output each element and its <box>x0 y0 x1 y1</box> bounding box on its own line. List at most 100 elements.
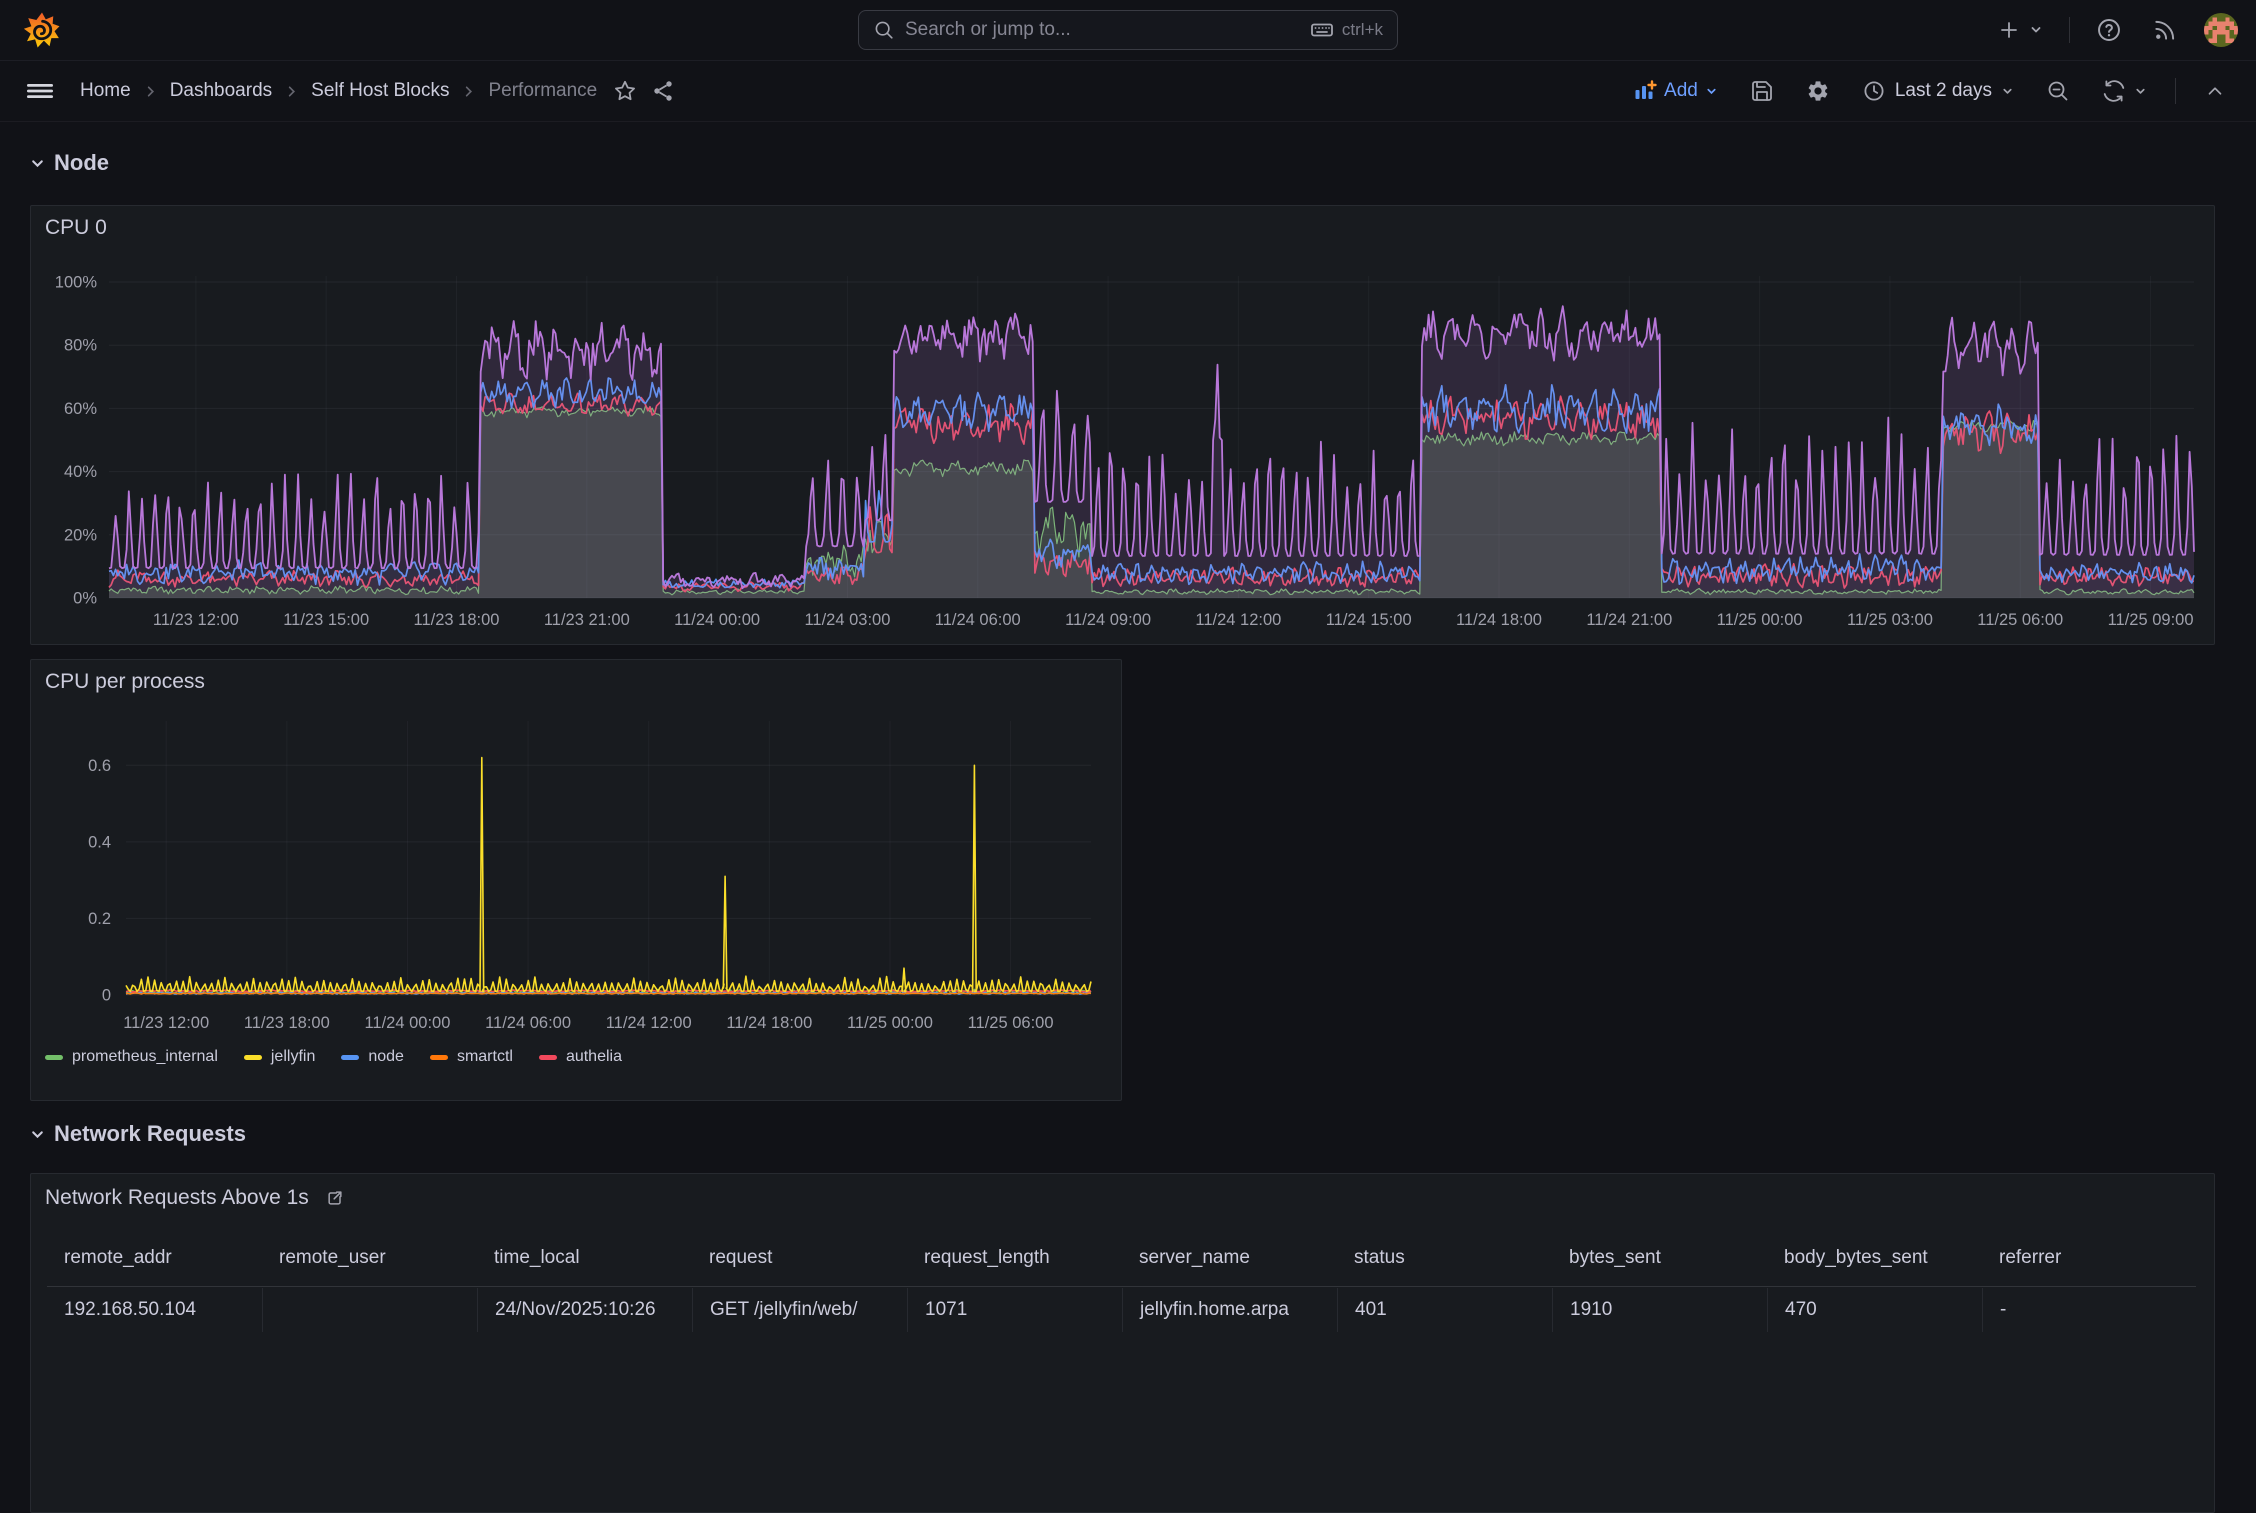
svg-text:11/25 00:00: 11/25 00:00 <box>847 1014 933 1032</box>
legend-label: smartctl <box>456 1048 513 1065</box>
svg-text:11/24 12:00: 11/24 12:00 <box>606 1014 692 1032</box>
grafana-logo[interactable] <box>22 10 62 50</box>
legend-item-node[interactable]: node <box>341 1048 404 1066</box>
column-header-bytes_sent[interactable]: bytes_sent <box>1552 1247 1767 1269</box>
chevron-right-icon <box>144 85 157 98</box>
section-title: Network Requests <box>54 1121 246 1146</box>
legend-item-authelia[interactable]: authelia <box>538 1048 622 1066</box>
svg-text:0.2: 0.2 <box>88 910 111 928</box>
svg-text:40%: 40% <box>64 463 97 481</box>
save-icon <box>1750 79 1774 103</box>
add-button-label: Add <box>1664 80 1698 101</box>
legend-item-jellyfin[interactable]: jellyfin <box>243 1048 315 1066</box>
favorite-button[interactable] <box>609 75 641 107</box>
news-button[interactable] <box>2148 13 2182 47</box>
breadcrumb-home[interactable]: Home <box>80 80 131 102</box>
zoom-out-time-button[interactable] <box>2042 75 2074 107</box>
column-header-request[interactable]: request <box>692 1247 907 1269</box>
legend-label: node <box>368 1048 404 1065</box>
chevron-down-icon <box>2134 85 2147 98</box>
legend-color-pill <box>45 1054 63 1060</box>
table-cell-remote_addr: 192.168.50.104 <box>64 1299 197 1320</box>
column-header-request_length[interactable]: request_length <box>907 1247 1122 1269</box>
plus-icon <box>1997 18 2021 42</box>
svg-text:80%: 80% <box>64 337 97 355</box>
help-button[interactable] <box>2092 13 2126 47</box>
search-shortcut: ctrl+k <box>1341 20 1383 39</box>
section-title: Node <box>54 150 109 175</box>
share-icon <box>651 79 675 103</box>
cpu0-chart[interactable]: 11/23 12:00 11/23 15:00 11/23 18:00 11/23 2… <box>31 206 2214 644</box>
svg-text:11/24 15:00: 11/24 15:00 <box>1326 611 1412 629</box>
legend-color-pill <box>429 1054 448 1060</box>
save-dashboard-button[interactable] <box>1746 75 1778 107</box>
svg-text:11/23 15:00: 11/23 15:00 <box>283 611 369 629</box>
chevron-down-icon <box>30 156 45 171</box>
search-placeholder: Search or jump to... <box>905 19 1071 40</box>
table-cell-time_local: 24/Nov/2025:10:26 <box>477 1288 692 1332</box>
cpu-per-process-chart[interactable]: 11/23 12:00 11/23 18:00 11/24 00:00 11/24 0… <box>31 660 1121 1100</box>
rss-icon <box>2152 17 2178 43</box>
new-menu-button[interactable] <box>1993 14 2047 46</box>
column-header-server_name[interactable]: server_name <box>1122 1247 1337 1269</box>
add-button[interactable]: Add <box>1629 75 1722 107</box>
kiosk-mode-button[interactable] <box>2200 76 2230 106</box>
svg-text:11/24 18:00: 11/24 18:00 <box>726 1014 812 1032</box>
svg-text:11/25 00:00: 11/25 00:00 <box>1717 611 1803 629</box>
column-header-remote_addr[interactable]: remote_addr <box>47 1247 262 1269</box>
svg-text:11/25 06:00: 11/25 06:00 <box>968 1014 1054 1032</box>
mega-menu-toggle[interactable] <box>26 79 54 103</box>
section-row-network-requests[interactable]: Network Requests <box>30 1121 246 1147</box>
table-cell-body_bytes_sent: 470 <box>1767 1288 1982 1332</box>
table-header-divider <box>47 1286 2196 1287</box>
svg-text:11/24 00:00: 11/24 00:00 <box>674 611 760 629</box>
chevron-down-icon <box>2001 85 2014 98</box>
cpuproc-svg: 11/23 12:00 11/23 18:00 11/24 00:00 11/24 0… <box>88 721 1092 1032</box>
legend-item-smartctl[interactable]: smartctl <box>429 1048 513 1066</box>
table-cell-request_length: 1071 <box>907 1288 1122 1332</box>
clock-icon <box>1862 79 1886 103</box>
magnifier-minus-icon <box>2046 79 2070 103</box>
search-input[interactable]: Search or jump to... ctrl+k <box>858 10 1398 50</box>
breadcrumb-dashboards[interactable]: Dashboards <box>170 80 272 102</box>
legend-label: authelia <box>565 1048 622 1065</box>
svg-text:11/23 21:00: 11/23 21:00 <box>544 611 630 629</box>
column-header-body_bytes_sent[interactable]: body_bytes_sent <box>1767 1247 1982 1269</box>
table-cell-remote_user <box>262 1288 477 1332</box>
column-header-status[interactable]: status <box>1337 1247 1552 1269</box>
time-range-picker[interactable]: Last 2 days <box>1858 75 2018 107</box>
svg-text:11/24 06:00: 11/24 06:00 <box>485 1014 571 1032</box>
table-cell-bytes_sent: 1910 <box>1552 1288 1767 1332</box>
svg-text:11/24 18:00: 11/24 18:00 <box>1456 611 1542 629</box>
panel-network-requests-table: Network Requests Above 1s remote_addr rem… <box>30 1173 2215 1513</box>
top-nav: Search or jump to... ctrl+k <box>0 0 2256 61</box>
breadcrumb: Home Dashboards Self Host Blocks Perform… <box>80 80 597 102</box>
chevron-down-icon <box>1705 85 1718 98</box>
table-cell-status: 401 <box>1337 1288 1552 1332</box>
column-header-remote_user[interactable]: remote_user <box>262 1247 477 1269</box>
external-link-icon[interactable] <box>325 1188 345 1208</box>
refresh-icon <box>2102 79 2126 103</box>
table-row[interactable]: 192.168.50.104 24/Nov/2025:10:26 GET /jell… <box>47 1288 2197 1332</box>
gear-icon <box>1806 79 1830 103</box>
svg-text:0: 0 <box>102 987 111 1005</box>
panel-cpu-per-process: CPU per process 11/23 12:00 11/23 18:00 11… <box>30 659 1122 1101</box>
column-header-time_local[interactable]: time_local <box>477 1247 692 1269</box>
svg-text:11/24 21:00: 11/24 21:00 <box>1586 611 1672 629</box>
legend-label: prometheus_internal <box>72 1048 218 1065</box>
section-row-node[interactable]: Node <box>30 150 109 176</box>
legend-item-prometheus_internal[interactable]: prometheus_internal <box>45 1048 218 1066</box>
panel-cpu0: CPU 0 11/23 12:00 11/23 15:00 11/23 18:00 1… <box>30 205 2215 645</box>
dashboard-toolbar: Home Dashboards Self Host Blocks Perform… <box>0 61 2256 122</box>
panel-title[interactable]: Network Requests Above 1s <box>45 1186 309 1210</box>
share-button[interactable] <box>647 75 679 107</box>
svg-text:11/24 03:00: 11/24 03:00 <box>804 611 890 629</box>
refresh-button[interactable] <box>2098 75 2151 107</box>
user-avatar[interactable] <box>2204 13 2238 47</box>
hamburger-icon <box>26 79 54 103</box>
add-panel-icon <box>1633 79 1657 103</box>
breadcrumb-folder[interactable]: Self Host Blocks <box>311 80 449 102</box>
dashboard-settings-button[interactable] <box>1802 75 1834 107</box>
column-header-referrer[interactable]: referrer <box>1982 1247 2197 1269</box>
svg-text:20%: 20% <box>64 526 97 544</box>
